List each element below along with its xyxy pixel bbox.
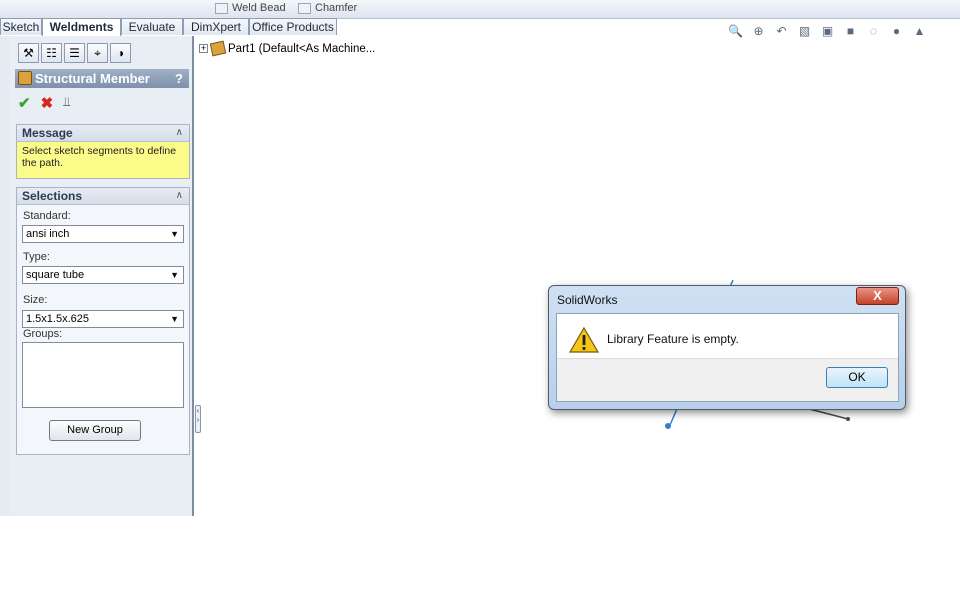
warning-icon (569, 326, 599, 353)
message-group-header[interactable]: Message ∧ (17, 125, 189, 142)
weld-bead-label: Weld Bead (232, 2, 286, 14)
selections-group-header[interactable]: Selections ∧ (17, 188, 189, 205)
groups-label: Groups: (23, 328, 63, 340)
hide-show-icon[interactable]: ◌ (866, 24, 881, 38)
dialog-message: Library Feature is empty. (607, 332, 739, 346)
message-text: Select sketch segments to define the pat… (17, 142, 189, 178)
selections-group: Selections ∧ Standard: ansi inch ▼ Type:… (16, 187, 190, 455)
collapse-chevron-icon[interactable]: ∧ (176, 188, 183, 204)
part-icon (209, 40, 227, 57)
section-view-icon[interactable]: ▧ (797, 24, 812, 38)
tab-sketch[interactable]: Sketch (0, 18, 42, 35)
manager-tabs: ⚒ ☷ ☰ ⌖ ◑ (18, 43, 131, 63)
property-manager-title-bar: Structural Member ? (15, 69, 189, 88)
dialog-close-button[interactable]: X (856, 287, 899, 305)
tab-dimxpert[interactable]: DimXpert (183, 18, 249, 35)
groups-listbox[interactable] (22, 342, 184, 408)
dialog-content: Library Feature is empty. OK (556, 313, 899, 402)
edit-appearance-icon[interactable]: ● (889, 24, 904, 38)
dropdown-arrow-icon: ▼ (170, 270, 179, 280)
property-manager-title: Structural Member (35, 71, 150, 86)
type-select[interactable]: square tube ▼ (22, 266, 184, 284)
selections-group-title: Selections (22, 189, 83, 203)
pushpin-icon[interactable]: ⫫ (63, 94, 70, 112)
chamfer-icon (298, 2, 311, 14)
cancel-x-icon[interactable]: ✖ (41, 94, 54, 112)
size-value: 1.5x1.5x.625 (26, 313, 89, 325)
command-tab-bar: Sketch Weldments Evaluate DimXpert Offic… (0, 18, 340, 36)
property-manager-panel: ⚒ ☷ ☰ ⌖ ◑ Structural Member ? ✔ ✖ ⫫ Mess… (10, 36, 194, 516)
dialog-footer: OK (557, 358, 898, 401)
sketch-endpoint[interactable] (846, 417, 850, 421)
heads-up-view-toolbar: 🔍 ⊕ ↶ ▧ ▣ ■ ◌ ● ▲ (728, 22, 927, 40)
apply-scene-icon[interactable]: ▲ (912, 24, 927, 38)
dropdown-arrow-icon: ▼ (170, 314, 179, 324)
property-manager-tab-icon[interactable]: ☷ (41, 43, 62, 63)
ok-button[interactable]: OK (826, 367, 888, 388)
dialog-title: SolidWorks (557, 293, 618, 307)
view-orientation-icon[interactable]: ▣ (820, 24, 835, 38)
message-group-title: Message (22, 126, 73, 140)
sketch-endpoint[interactable] (665, 423, 671, 429)
new-group-button[interactable]: New Group (49, 420, 141, 441)
previous-view-icon[interactable]: ↶ (774, 24, 789, 38)
action-buttons: ✔ ✖ ⫫ (18, 94, 70, 112)
feature-tree-part-item[interactable]: + Part1 (Default<As Machine... (199, 40, 376, 57)
type-label: Type: (23, 251, 50, 263)
standard-label: Standard: (23, 210, 71, 222)
expand-plus-icon[interactable]: + (199, 44, 208, 53)
display-manager-tab-icon[interactable]: ◑ (110, 43, 131, 63)
size-select[interactable]: 1.5x1.5x.625 ▼ (22, 310, 184, 328)
zoom-to-fit-icon[interactable]: 🔍 (728, 24, 743, 38)
dimxpert-manager-tab-icon[interactable]: ⌖ (87, 43, 108, 63)
help-button[interactable]: ? (175, 69, 183, 88)
structural-member-icon (18, 71, 32, 85)
part-label: Part1 (Default<As Machine... (228, 42, 376, 55)
zoom-to-area-icon[interactable]: ⊕ (751, 24, 766, 38)
feature-manager-tab-icon[interactable]: ⚒ (18, 43, 39, 63)
message-group: Message ∧ Select sketch segments to defi… (16, 124, 190, 179)
tab-weldments[interactable]: Weldments (42, 18, 121, 36)
panel-splitter-handle[interactable]: ‹ › (195, 405, 201, 433)
tab-evaluate[interactable]: Evaluate (121, 18, 183, 35)
chamfer-command[interactable]: Chamfer (298, 0, 357, 16)
weld-bead-icon (215, 2, 228, 14)
dropdown-arrow-icon: ▼ (170, 229, 179, 239)
ok-check-icon[interactable]: ✔ (18, 94, 31, 112)
tab-office-products[interactable]: Office Products (249, 18, 337, 35)
message-dialog: SolidWorks X Library Feature is empty. O… (548, 285, 906, 410)
type-value: square tube (26, 269, 85, 281)
standard-select[interactable]: ansi inch ▼ (22, 225, 184, 243)
command-manager-strip (0, 0, 960, 19)
collapse-chevron-icon[interactable]: ∧ (176, 125, 183, 141)
configuration-manager-tab-icon[interactable]: ☰ (64, 43, 85, 63)
display-style-icon[interactable]: ■ (843, 24, 858, 38)
chamfer-label: Chamfer (315, 2, 358, 14)
standard-value: ansi inch (26, 228, 70, 240)
size-label: Size: (23, 294, 48, 306)
weld-bead-command[interactable]: Weld Bead (215, 0, 286, 16)
